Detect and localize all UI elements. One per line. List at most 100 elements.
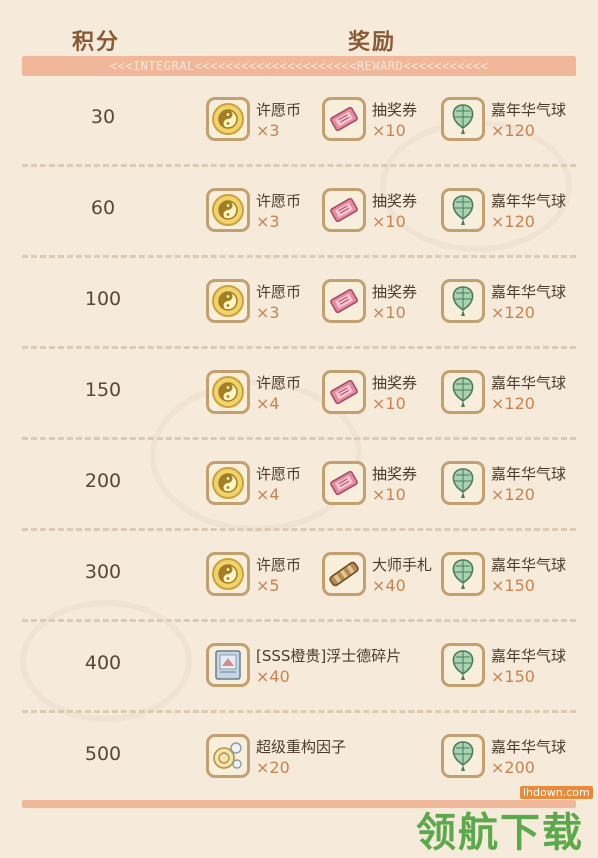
ticket-icon: [322, 188, 366, 232]
reward-quantity: ×40: [372, 576, 406, 595]
reward-item: 嘉年华气球 ×150: [441, 643, 589, 691]
reward-quantity: ×10: [372, 394, 406, 413]
reward-quantity: ×120: [491, 212, 535, 231]
reward-name: 嘉年华气球: [491, 556, 567, 574]
reward-name: 嘉年华气球: [491, 647, 567, 665]
gear-factor-icon: [206, 734, 250, 778]
table-header: 积分 奖励 <<<INTEGRAL<<<<<<<<<<<<<<<<<<<<<RE…: [0, 18, 598, 82]
reward-item: 许愿币 ×3: [206, 188, 324, 236]
reward-name: 许愿币: [256, 101, 302, 119]
reward-item: 嘉年华气球 ×200: [441, 734, 589, 782]
reward-quantity: ×3: [256, 121, 280, 140]
yin-yang-coin-icon: [206, 188, 250, 232]
reward-item: 许愿币 ×3: [206, 279, 324, 327]
reward-item: 抽奖券 ×10: [322, 97, 438, 145]
yin-yang-coin-icon: [206, 552, 250, 596]
reward-quantity: ×150: [491, 667, 535, 686]
yin-yang-coin-icon: [206, 370, 250, 414]
yin-yang-coin-icon: [206, 97, 250, 141]
balloon-icon: [441, 552, 485, 596]
reward-name: [SSS橙贵]浮士德碎片: [256, 647, 402, 665]
reward-quantity: ×150: [491, 576, 535, 595]
reward-name: 抽奖券: [372, 192, 418, 210]
reward-quantity: ×40: [256, 667, 290, 686]
reward-item: 抽奖券 ×10: [322, 279, 438, 327]
reward-quantity: ×10: [372, 121, 406, 140]
reward-item: [SSS橙贵]浮士德碎片 ×40: [206, 643, 436, 691]
reward-name: 抽奖券: [372, 101, 418, 119]
reward-name: 超级重构因子: [256, 738, 347, 756]
ticket-icon: [322, 97, 366, 141]
reward-name: 许愿币: [256, 192, 302, 210]
reward-name: 嘉年华气球: [491, 192, 567, 210]
score-value: 500: [84, 743, 122, 765]
reward-item: 抽奖券 ×10: [322, 461, 438, 509]
reward-item: 嘉年华气球 ×150: [441, 552, 589, 600]
reward-name: 抽奖券: [372, 374, 418, 392]
reward-name: 许愿币: [256, 556, 302, 574]
reward-quantity: ×3: [256, 303, 280, 322]
ticket-icon: [322, 461, 366, 505]
reward-item: 许愿币 ×3: [206, 97, 324, 145]
balloon-icon: [441, 188, 485, 232]
reward-name: 嘉年华气球: [491, 374, 567, 392]
reward-item: 嘉年华气球 ×120: [441, 461, 589, 509]
score-value: 150: [84, 379, 122, 401]
balloon-icon: [441, 461, 485, 505]
reward-row: 300 许愿币 ×5 大师手札 ×40 嘉年华气球 ×150: [0, 531, 598, 622]
header-band: <<<INTEGRAL<<<<<<<<<<<<<<<<<<<<<REWARD<<…: [22, 56, 576, 76]
reward-table: 30 许愿币 ×3 抽奖券 ×10 嘉年华气球 ×120 60 许愿币 ×3 抽奖券 ×10 嘉年华气球…: [0, 76, 598, 804]
reward-name: 许愿币: [256, 283, 302, 301]
reward-quantity: ×5: [256, 576, 280, 595]
reward-item: 超级重构因子 ×20: [206, 734, 436, 782]
ticket-icon: [322, 279, 366, 323]
score-value: 60: [90, 197, 116, 219]
reward-item: 抽奖券 ×10: [322, 188, 438, 236]
reward-item: 许愿币 ×4: [206, 461, 324, 509]
reward-quantity: ×10: [372, 303, 406, 322]
reward-name: 大师手札: [372, 556, 433, 574]
reward-item: 嘉年华气球 ×120: [441, 97, 589, 145]
reward-row: 200 许愿币 ×4 抽奖券 ×10 嘉年华气球 ×120: [0, 440, 598, 531]
reward-name: 许愿币: [256, 465, 302, 483]
score-value: 300: [84, 561, 122, 583]
score-value: 100: [84, 288, 122, 310]
reward-quantity: ×120: [491, 303, 535, 322]
reward-name: 许愿币: [256, 374, 302, 392]
reward-row: 30 许愿币 ×3 抽奖券 ×10 嘉年华气球 ×120: [0, 76, 598, 167]
reward-name: 抽奖券: [372, 465, 418, 483]
reward-row: 400 [SSS橙贵]浮士德碎片 ×40 嘉年华气球 ×150: [0, 622, 598, 713]
ticket-icon: [322, 370, 366, 414]
reward-item: 嘉年华气球 ×120: [441, 370, 589, 418]
reward-quantity: ×20: [256, 758, 290, 777]
reward-quantity: ×200: [491, 758, 535, 777]
reward-item: 嘉年华气球 ×120: [441, 279, 589, 327]
reward-item: 抽奖券 ×10: [322, 370, 438, 418]
card-fragment-icon: [206, 643, 250, 687]
reward-quantity: ×4: [256, 485, 280, 504]
reward-quantity: ×10: [372, 212, 406, 231]
reward-item: 许愿币 ×4: [206, 370, 324, 418]
reward-name: 抽奖券: [372, 283, 418, 301]
balloon-icon: [441, 734, 485, 778]
score-value: 400: [84, 652, 122, 674]
reward-name: 嘉年华气球: [491, 465, 567, 483]
header-band-text: <<<INTEGRAL<<<<<<<<<<<<<<<<<<<<<REWARD<<…: [109, 59, 489, 73]
reward-quantity: ×3: [256, 212, 280, 231]
reward-item: 大师手札 ×40: [322, 552, 438, 600]
reward-row: 100 许愿币 ×3 抽奖券 ×10 嘉年华气球 ×120: [0, 258, 598, 349]
reward-row: 150 许愿币 ×4 抽奖券 ×10 嘉年华气球 ×120: [0, 349, 598, 440]
balloon-icon: [441, 643, 485, 687]
reward-column-title: 奖励: [348, 30, 397, 55]
reward-quantity: ×10: [372, 485, 406, 504]
score-value: 200: [84, 470, 122, 492]
reward-name: 嘉年华气球: [491, 101, 567, 119]
reward-item: 许愿币 ×5: [206, 552, 324, 600]
reward-name: 嘉年华气球: [491, 283, 567, 301]
reward-row: 60 许愿币 ×3 抽奖券 ×10 嘉年华气球 ×120: [0, 167, 598, 258]
yin-yang-coin-icon: [206, 279, 250, 323]
reward-quantity: ×4: [256, 394, 280, 413]
balloon-icon: [441, 370, 485, 414]
watermark-url: lhdown.com: [520, 786, 593, 799]
reward-name: 嘉年华气球: [491, 738, 567, 756]
